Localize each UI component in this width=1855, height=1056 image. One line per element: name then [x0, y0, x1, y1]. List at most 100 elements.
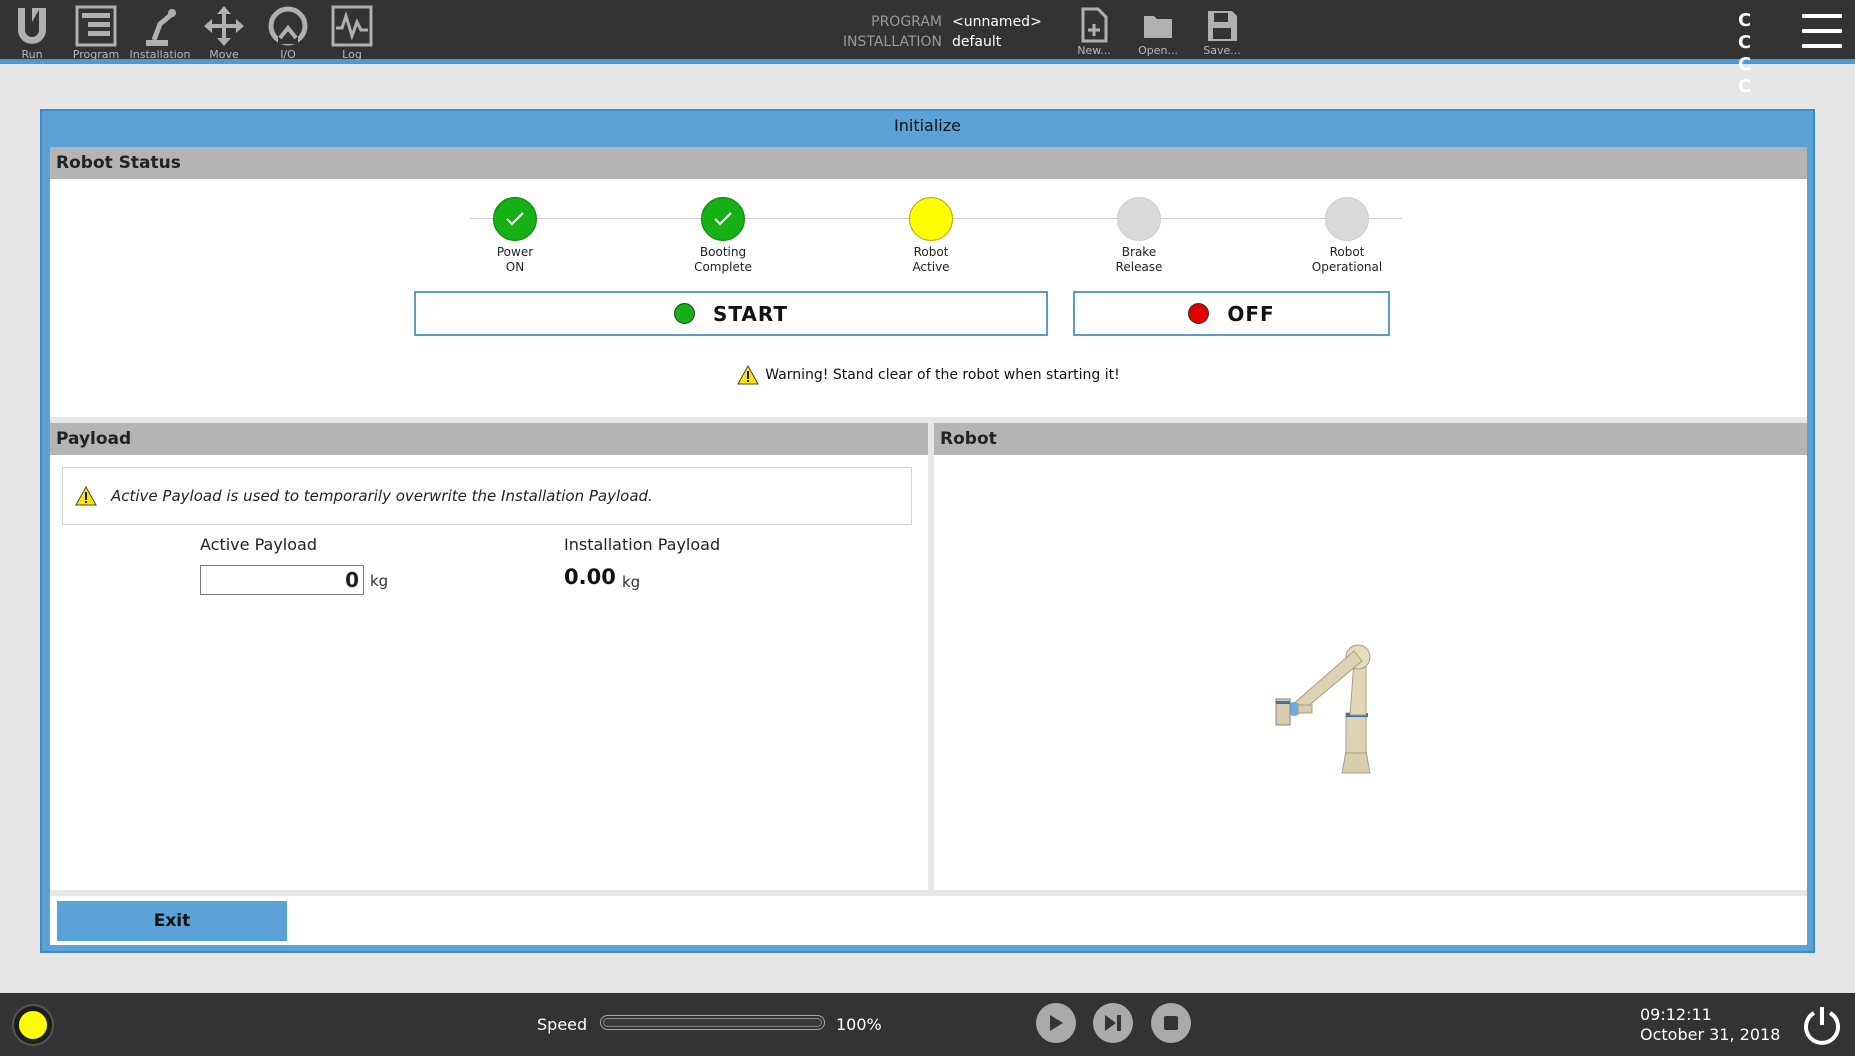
top-bar: Run Program Installation Move I/O Log PR… [0, 0, 1855, 97]
stop-icon [1164, 1016, 1178, 1030]
step-label-line1: Brake [1121, 245, 1157, 259]
nav-run-button[interactable]: Run [2, 4, 62, 64]
program-icon [75, 5, 117, 47]
step-label-line1: Power [496, 245, 534, 259]
step-button[interactable] [1093, 1003, 1133, 1043]
robot-status-panel: Robot Status Power ON Booting Complete R… [50, 147, 1807, 417]
initialize-dialog: Initialize Robot Status Power ON Booting C… [40, 109, 1815, 953]
installation-payload-value: 0.00 [564, 565, 616, 589]
check-icon [701, 197, 745, 241]
off-button[interactable]: OFF [1073, 291, 1390, 336]
payload-panel: Payload Active Payload is used to tempor… [50, 423, 928, 890]
move-icon [204, 6, 244, 46]
cc-indicator[interactable]: C C C C [1738, 10, 1782, 98]
step-booting-complete: Booting Complete [658, 197, 788, 275]
red-led-icon [1188, 303, 1210, 324]
status-dot-active [909, 197, 953, 241]
check-icon [493, 197, 537, 241]
nav-move-label: Move [209, 48, 239, 61]
open-file-button[interactable]: Open... [1130, 6, 1186, 57]
active-payload-label: Active Payload [200, 535, 317, 554]
program-info: PROGRAM <unnamed> INSTALLATION default [840, 12, 1080, 52]
nav-io-button[interactable]: I/O [258, 4, 318, 64]
step-robot-active: Robot Active [866, 197, 996, 275]
step-forward-icon [1105, 1015, 1121, 1031]
play-button[interactable] [1036, 1003, 1076, 1043]
clock-time: 09:12:11 [1640, 1005, 1712, 1024]
new-file-button[interactable]: New... [1066, 6, 1122, 57]
nav-program-label: Program [72, 48, 120, 61]
installation-key: INSTALLATION [842, 34, 942, 50]
log-icon [331, 5, 373, 47]
off-label: OFF [1227, 301, 1275, 326]
warning-icon [737, 365, 760, 385]
nav-move-button[interactable]: Move [194, 4, 254, 64]
folder-icon [1144, 16, 1172, 38]
robot-header: Robot [934, 423, 1807, 455]
robot-arm-3d-view[interactable] [1254, 633, 1414, 783]
installation-payload-label: Installation Payload [564, 535, 721, 554]
warning-icon [75, 486, 97, 506]
ur-logo-icon [18, 8, 46, 44]
robot-mode-indicator-icon[interactable] [14, 1006, 52, 1044]
io-icon [268, 6, 308, 46]
step-label-line1: Robot [1329, 245, 1365, 259]
status-dot-pending [1117, 197, 1161, 241]
active-payload-unit: kg [370, 572, 389, 590]
start-button[interactable]: START [414, 291, 1048, 336]
clock: 09:12:11 October 31, 2018 [1640, 1005, 1780, 1045]
speed-value: 100% [836, 1015, 882, 1034]
save-icon [1208, 11, 1237, 41]
stop-button[interactable] [1151, 1003, 1191, 1043]
robot-panel: Robot [934, 423, 1807, 890]
program-key: PROGRAM [871, 14, 942, 30]
dialog-title: Initialize [894, 116, 961, 135]
step-label-line2: Release [1115, 260, 1163, 274]
step-label-line2: ON [505, 260, 525, 274]
payload-note: Active Payload is used to temporarily ov… [62, 467, 912, 525]
warning-text: Warning! Stand clear of the robot when s… [765, 367, 1120, 383]
step-label-line2: Complete [694, 260, 752, 274]
clock-date: October 31, 2018 [1640, 1025, 1781, 1044]
power-icon[interactable] [1800, 1003, 1844, 1047]
nav-io-label: I/O [280, 48, 296, 61]
active-payload-input[interactable]: 0 [200, 565, 364, 595]
robot-status-header: Robot Status [50, 147, 1807, 179]
step-label-line1: Robot [913, 245, 949, 259]
new-file-icon [1081, 7, 1108, 43]
nav-log-label: Log [342, 48, 362, 61]
payload-header: Payload [50, 423, 928, 455]
green-led-icon [673, 303, 695, 324]
step-robot-operational: Robot Operational [1282, 197, 1412, 275]
step-label-line2: Operational [1311, 260, 1383, 274]
hamburger-menu-icon[interactable] [1802, 14, 1842, 48]
program-name: <unnamed> [952, 14, 1042, 30]
nav-program-button[interactable]: Program [66, 4, 126, 64]
status-dot-pending [1325, 197, 1369, 241]
speed-slider[interactable] [600, 1015, 825, 1030]
nav-installation-button[interactable]: Installation [130, 4, 190, 64]
nav-log-button[interactable]: Log [322, 4, 382, 64]
speed-slider-fill [603, 1018, 822, 1027]
exit-button[interactable]: Exit [57, 901, 287, 941]
nav-installation-label: Installation [129, 48, 191, 61]
start-label: START [712, 301, 789, 326]
play-icon [1050, 1015, 1063, 1031]
step-brake-release: Brake Release [1074, 197, 1204, 275]
start-warning: Warning! Stand clear of the robot when s… [50, 365, 1807, 385]
step-label-line1: Booting [699, 245, 747, 259]
installation-payload-unit: kg [622, 573, 641, 591]
dialog-body: Robot Status Power ON Booting Complete R… [50, 147, 1807, 945]
step-label-line2: Active [912, 260, 950, 274]
open-file-label: Open... [1138, 44, 1178, 57]
bottom-bar: Speed 100% 09:12:11 October 31, 2018 [0, 993, 1855, 1056]
save-file-button[interactable]: Save... [1194, 6, 1250, 57]
step-power-on: Power ON [450, 197, 580, 275]
nav-run-label: Run [21, 48, 43, 61]
new-file-label: New... [1077, 44, 1111, 57]
installation-name: default [952, 34, 1002, 50]
status-steps: Power ON Booting Complete Robot Active Brak… [50, 179, 1807, 289]
payload-note-text: Active Payload is used to temporarily ov… [111, 487, 653, 505]
installation-icon [146, 9, 176, 46]
speed-label: Speed [537, 1015, 588, 1034]
